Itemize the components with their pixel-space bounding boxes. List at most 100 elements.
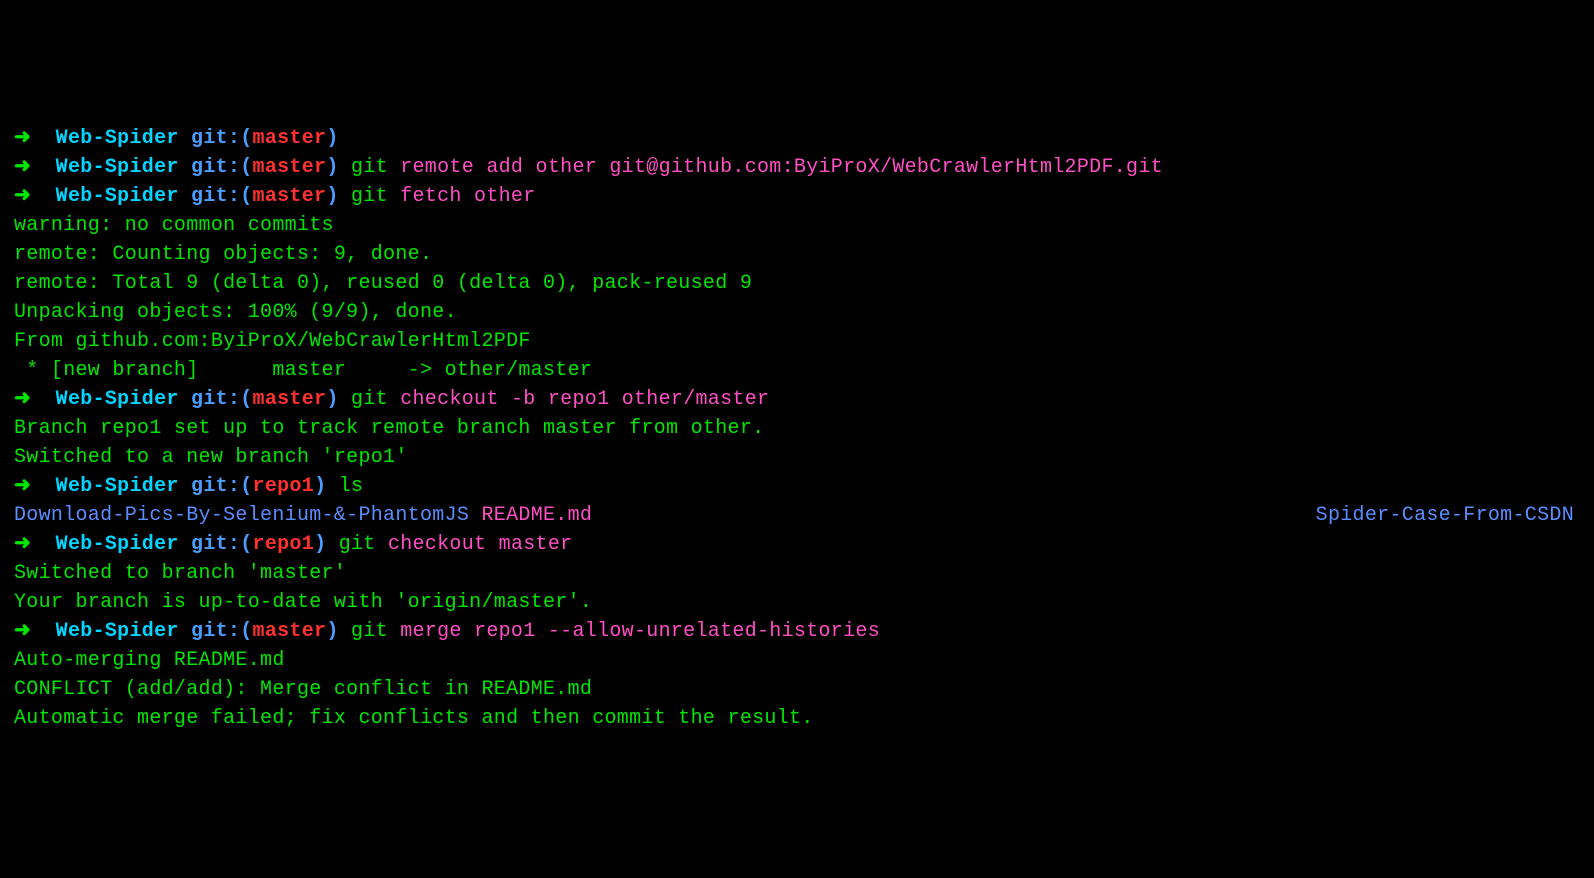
command-token: merge [400, 620, 462, 643]
ls-entry: Spider-Case-From-CSDN [1316, 501, 1580, 530]
terminal-line: ➜ Web-Spider git:(repo1) git checkout ma… [14, 530, 1580, 559]
command-input[interactable]: git fetch other [351, 185, 536, 208]
command-token [474, 156, 486, 179]
command-input[interactable]: git remote add other git@github.com:ByiP… [351, 156, 1163, 179]
command-token: git [339, 533, 376, 556]
terminal-line: ➜ Web-Spider git:(master) [14, 124, 1580, 153]
prompt-git-label: git: [191, 156, 240, 179]
prompt-dirname: Web-Spider [56, 620, 179, 643]
terminal-line: From github.com:ByiProX/WebCrawlerHtml2P… [14, 327, 1580, 356]
prompt-arrow-icon: ➜ [14, 475, 31, 498]
terminal-screen[interactable]: { "prompt": { "arrow": "➜", "dir": "Web-… [0, 0, 1594, 766]
terminal-line: remote: Total 9 (delta 0), reused 0 (del… [14, 269, 1580, 298]
prompt-dirname: Web-Spider [56, 185, 179, 208]
terminal-line: remote: Counting objects: 9, done. [14, 240, 1580, 269]
terminal-line: Branch repo1 set up to track remote bran… [14, 414, 1580, 443]
command-token [486, 533, 498, 556]
prompt-paren-open: ( [240, 185, 252, 208]
command-token: fetch [400, 185, 462, 208]
command-token: -b [511, 388, 536, 411]
ls-entry: Download-Pics-By-Selenium-&-PhantomJS [14, 501, 469, 530]
prompt-paren-open: ( [240, 475, 252, 498]
command-token [462, 185, 474, 208]
terminal-line: Unpacking objects: 100% (9/9), done. [14, 298, 1580, 327]
prompt-paren-close: ) [326, 156, 338, 179]
command-input[interactable]: ls [339, 475, 364, 498]
output-text: From github.com:ByiProX/WebCrawlerHtml2P… [14, 330, 531, 353]
output-text: CONFLICT (add/add): Merge conflict in RE… [14, 678, 592, 701]
terminal-line: ➜ Web-Spider git:(master) git remote add… [14, 153, 1580, 182]
prompt-arrow-icon: ➜ [14, 127, 31, 150]
prompt-branch: master [253, 388, 327, 411]
command-token: master [499, 533, 573, 556]
output-text: Automatic merge failed; fix conflicts an… [14, 707, 814, 730]
terminal-output[interactable]: ➜ Web-Spider git:(master) ➜ Web-Spider g… [14, 124, 1580, 733]
output-text: Switched to a new branch 'repo1' [14, 446, 408, 469]
prompt-paren-open: ( [240, 156, 252, 179]
terminal-line: ➜ Web-Spider git:(repo1) ls [14, 472, 1580, 501]
command-token: git [351, 388, 388, 411]
command-input[interactable]: git checkout master [339, 533, 573, 556]
terminal-line: * [new branch] master -> other/master [14, 356, 1580, 385]
command-token [462, 620, 474, 643]
prompt-arrow-icon: ➜ [14, 533, 31, 556]
command-token: git [351, 185, 388, 208]
prompt-dirname: Web-Spider [56, 388, 179, 411]
command-token [523, 156, 535, 179]
output-text: Switched to branch 'master' [14, 562, 346, 585]
prompt-git-label: git: [191, 185, 240, 208]
terminal-line: Download-Pics-By-Selenium-&-PhantomJS RE… [14, 501, 1580, 530]
command-token [388, 388, 400, 411]
prompt-arrow-icon: ➜ [14, 388, 31, 411]
command-token: checkout [388, 533, 486, 556]
prompt-arrow-icon: ➜ [14, 156, 31, 179]
prompt-paren-open: ( [240, 127, 252, 150]
terminal-line: ➜ Web-Spider git:(master) git merge repo… [14, 617, 1580, 646]
command-token: other [536, 156, 598, 179]
command-token [388, 620, 400, 643]
command-token [388, 156, 400, 179]
command-token: checkout [400, 388, 498, 411]
prompt-git-label: git: [191, 620, 240, 643]
command-token: ls [339, 475, 364, 498]
prompt-git-label: git: [191, 388, 240, 411]
command-token: repo1 [548, 388, 610, 411]
ls-entry: README.md [481, 501, 592, 530]
prompt-dirname: Web-Spider [56, 127, 179, 150]
command-token [597, 156, 609, 179]
command-token: git@github.com:ByiProX/WebCrawlerHtml2PD… [609, 156, 1163, 179]
prompt-dirname: Web-Spider [56, 475, 179, 498]
output-text: Your branch is up-to-date with 'origin/m… [14, 591, 592, 614]
prompt-arrow-icon: ➜ [14, 185, 31, 208]
command-token: add [486, 156, 523, 179]
output-text: warning: no common commits [14, 214, 334, 237]
prompt-arrow-icon: ➜ [14, 620, 31, 643]
command-token: repo1 [474, 620, 536, 643]
terminal-line: CONFLICT (add/add): Merge conflict in RE… [14, 675, 1580, 704]
prompt-branch: master [253, 156, 327, 179]
prompt-paren-open: ( [240, 388, 252, 411]
command-token: --allow-unrelated-histories [548, 620, 880, 643]
prompt-paren-close: ) [326, 185, 338, 208]
terminal-line: ➜ Web-Spider git:(master) git fetch othe… [14, 182, 1580, 211]
prompt-branch: master [253, 127, 327, 150]
command-token [388, 185, 400, 208]
output-text: Unpacking objects: 100% (9/9), done. [14, 301, 457, 324]
command-input[interactable]: git merge repo1 --allow-unrelated-histor… [351, 620, 880, 643]
prompt-paren-close: ) [314, 475, 326, 498]
output-text: Auto-merging README.md [14, 649, 285, 672]
command-token: git [351, 620, 388, 643]
output-text: Branch repo1 set up to track remote bran… [14, 417, 764, 440]
command-token: other/master [622, 388, 770, 411]
prompt-dirname: Web-Spider [56, 156, 179, 179]
command-token: git [351, 156, 388, 179]
command-input[interactable]: git checkout -b repo1 other/master [351, 388, 769, 411]
prompt-paren-close: ) [314, 533, 326, 556]
terminal-line: Automatic merge failed; fix conflicts an… [14, 704, 1580, 733]
output-text: * [new branch] master -> other/master [14, 359, 592, 382]
prompt-paren-open: ( [240, 533, 252, 556]
prompt-git-label: git: [191, 127, 240, 150]
command-token [609, 388, 621, 411]
output-text: remote: Counting objects: 9, done. [14, 243, 432, 266]
prompt-git-label: git: [191, 533, 240, 556]
